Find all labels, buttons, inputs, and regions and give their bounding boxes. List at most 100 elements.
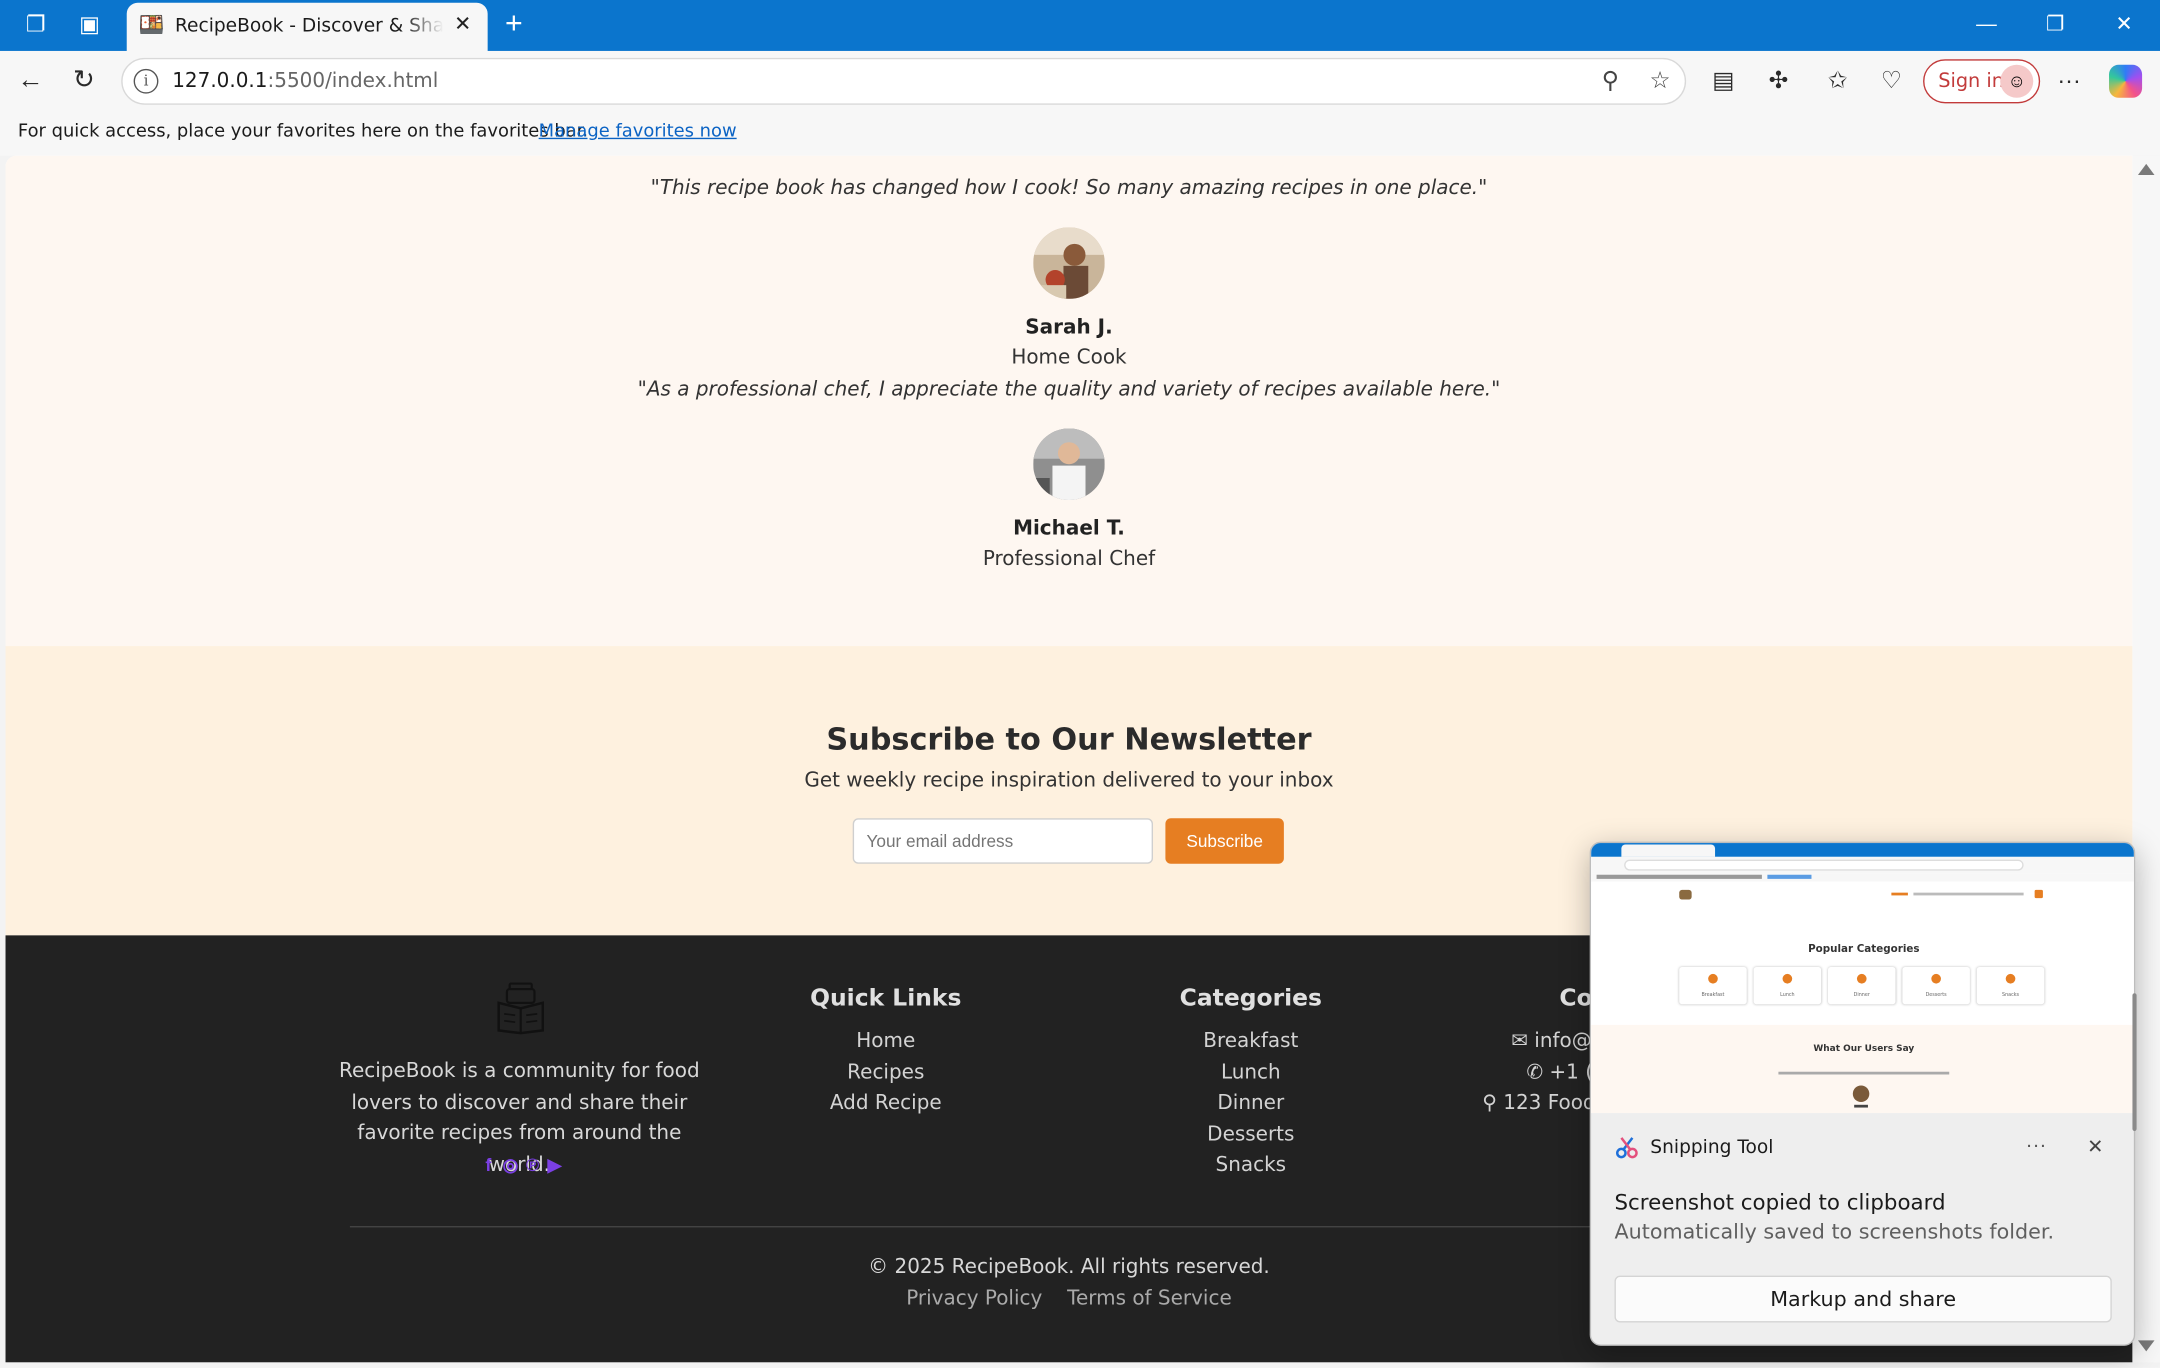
thumbnail-users-title: What Our Users Say bbox=[1813, 1042, 1915, 1054]
profile-extension-icon[interactable]: ▤ bbox=[1707, 65, 1740, 98]
thumbnail-category-card: Dinner bbox=[1828, 967, 1896, 1005]
thumbnail-nav-home bbox=[1891, 892, 1908, 896]
more-menu-icon[interactable]: ··· bbox=[2053, 65, 2086, 98]
footer-category-desserts[interactable]: Desserts bbox=[1113, 1119, 1389, 1150]
avatar-icon: ☺ bbox=[2000, 64, 2034, 98]
testimonial-role: Professional Chef bbox=[982, 548, 1156, 571]
thumbnail-category-label: Breakfast bbox=[1701, 991, 1725, 998]
tab-close-icon[interactable]: ✕ bbox=[449, 11, 477, 39]
pinterest-icon[interactable]: ℗ bbox=[522, 1154, 543, 1175]
thumbnail-nav-button bbox=[2034, 889, 2043, 899]
zoom-icon[interactable]: ⚲ bbox=[1595, 66, 1625, 96]
browser-toolbar: ← ↻ i 127.0.0.1:5500/index.html ⚲ ☆ ▤ ✣ … bbox=[0, 50, 2160, 112]
recipebook-favicon-icon: 🍱 bbox=[138, 13, 165, 38]
thumbnail-logo bbox=[1679, 889, 1692, 900]
workspaces-icon[interactable]: ❐ bbox=[21, 11, 51, 41]
category-dot-icon bbox=[1782, 973, 1793, 984]
testimonial-avatar bbox=[1033, 428, 1105, 501]
thumbnail-category-label: Desserts bbox=[1925, 991, 1947, 998]
map-pin-icon: ⚲ bbox=[1482, 1092, 1504, 1115]
thumbnail-avatar bbox=[1852, 1085, 1870, 1103]
close-window-icon[interactable]: ✕ bbox=[2108, 10, 2141, 40]
toast-heading: Screenshot copied to clipboard bbox=[1614, 1190, 1946, 1215]
footer-link-add-recipe[interactable]: Add Recipe bbox=[748, 1088, 1024, 1119]
thumbnail-nav-links bbox=[1913, 892, 2024, 896]
footer-category-dinner[interactable]: Dinner bbox=[1113, 1088, 1389, 1119]
toast-body: Automatically saved to screenshots folde… bbox=[1614, 1219, 2055, 1244]
thumbnail-category-label: Lunch bbox=[1780, 991, 1795, 998]
toast-scrollbar[interactable] bbox=[2130, 861, 2138, 1329]
footer-quick-links: Quick Links Home Recipes Add Recipe bbox=[748, 985, 1024, 1119]
favorites-icon[interactable]: ✩ bbox=[1821, 65, 1854, 98]
refresh-icon[interactable]: ↻ bbox=[67, 65, 100, 98]
thumbnail-category-card: Lunch bbox=[1753, 967, 1822, 1005]
category-dot-icon bbox=[1931, 973, 1941, 984]
phone-icon: ✆ bbox=[1526, 1061, 1550, 1084]
thumbnail-favorites-text bbox=[1596, 874, 1762, 879]
vertical-tabs-icon[interactable]: ▣ bbox=[74, 11, 104, 41]
youtube-icon[interactable]: ▶ bbox=[544, 1154, 565, 1175]
toast-more-options-icon[interactable]: ··· bbox=[2021, 1132, 2051, 1160]
privacy-policy-link[interactable]: Privacy Policy bbox=[906, 1288, 1042, 1310]
toast-app-name: Snipping Tool bbox=[1650, 1136, 1774, 1159]
thumbnail-favorites-link bbox=[1767, 874, 1812, 879]
url-path: :5500/index.html bbox=[267, 70, 439, 93]
sign-in-label: Sign in bbox=[1938, 70, 2004, 93]
new-tab-button[interactable]: + bbox=[499, 8, 529, 38]
toast-close-icon[interactable]: ✕ bbox=[2081, 1132, 2109, 1160]
thumbnail-category-card: Snacks bbox=[1976, 967, 2045, 1005]
footer-link-home[interactable]: Home bbox=[748, 1026, 1024, 1057]
thumbnail-category-card: Desserts bbox=[1902, 967, 1970, 1005]
thumbnail-category-label: Snacks bbox=[2002, 991, 2020, 998]
markup-and-share-button[interactable]: Markup and share bbox=[1614, 1275, 2112, 1323]
testimonial-quote: "This recipe book has changed how I cook… bbox=[650, 177, 1488, 200]
tab-recipebook[interactable]: 🍱 RecipeBook - Discover & Share Recipes … bbox=[126, 2, 488, 51]
copilot-icon[interactable] bbox=[2109, 64, 2143, 98]
url-text[interactable]: 127.0.0.1:5500/index.html bbox=[172, 70, 438, 92]
browser-essentials-icon[interactable]: ♡ bbox=[1875, 65, 1908, 98]
envelope-icon: ✉ bbox=[1511, 1030, 1535, 1053]
browser-titlebar: ❐ ▣ 🍱 RecipeBook - Discover & Share Reci… bbox=[0, 0, 2160, 51]
thumbnail-address-bar bbox=[1624, 859, 2024, 871]
newsletter-subtitle: Get weekly recipe inspiration delivered … bbox=[804, 770, 1334, 793]
restore-icon[interactable]: ❐ bbox=[2039, 10, 2072, 40]
favorite-star-icon[interactable]: ☆ bbox=[1645, 66, 1675, 96]
footer-column-title: Quick Links bbox=[810, 984, 962, 1013]
manage-favorites-link[interactable]: Manage favorites now bbox=[539, 121, 737, 142]
terms-of-service-link[interactable]: Terms of Service bbox=[1067, 1288, 1232, 1310]
recipebook-logo-icon bbox=[497, 982, 544, 1035]
footer-category-breakfast[interactable]: Breakfast bbox=[1113, 1026, 1389, 1057]
footer-divider bbox=[349, 1226, 1789, 1228]
category-dot-icon bbox=[2005, 973, 2016, 984]
footer-link-recipes[interactable]: Recipes bbox=[748, 1057, 1024, 1088]
extensions-icon[interactable]: ✣ bbox=[1762, 65, 1795, 98]
favorites-bar-text: For quick access, place your favorites h… bbox=[17, 121, 589, 142]
category-dot-icon bbox=[1708, 973, 1718, 984]
thumbnail-quote-line bbox=[1778, 1071, 1950, 1075]
testimonial-name: Sarah J. bbox=[1025, 316, 1113, 339]
thumbnail-category-label: Dinner bbox=[1853, 991, 1870, 998]
scroll-up-arrow-icon[interactable] bbox=[2137, 163, 2155, 175]
subscribe-button[interactable]: Subscribe bbox=[1165, 818, 1284, 864]
testimonial-role: Home Cook bbox=[1011, 347, 1127, 370]
newsletter-title: Subscribe to Our Newsletter bbox=[826, 723, 1312, 758]
thumbnail-categories-title: Popular Categories bbox=[1808, 942, 1920, 955]
toast-scrollbar-thumb[interactable] bbox=[2132, 993, 2137, 1131]
facebook-icon[interactable]: f bbox=[478, 1154, 499, 1175]
minimize-icon[interactable]: — bbox=[1970, 10, 2003, 40]
address-bar[interactable]: i 127.0.0.1:5500/index.html ⚲ ☆ bbox=[121, 57, 1687, 105]
footer-category-snacks[interactable]: Snacks bbox=[1113, 1150, 1389, 1181]
sign-in-button[interactable]: Sign in ☺ bbox=[1923, 59, 2041, 104]
testimonial-quote: "As a professional chef, I appreciate th… bbox=[637, 378, 1501, 401]
scroll-down-arrow-icon[interactable] bbox=[2137, 1340, 2155, 1352]
thumbnail-category-card: Breakfast bbox=[1679, 967, 1747, 1005]
newsletter-email-input[interactable] bbox=[852, 818, 1154, 864]
back-icon[interactable]: ← bbox=[14, 65, 47, 98]
testimonials-section: "This recipe book has changed how I cook… bbox=[5, 155, 2133, 647]
screenshot-thumbnail[interactable]: Popular Categories Breakfast Lunch Dinne… bbox=[1591, 843, 2134, 1114]
instagram-icon[interactable]: ◎ bbox=[500, 1154, 521, 1175]
thumbnail-tab bbox=[1621, 844, 1716, 857]
site-info-icon[interactable]: i bbox=[133, 68, 159, 94]
thumbnail-page: Popular Categories Breakfast Lunch Dinne… bbox=[1591, 881, 2134, 1114]
footer-category-lunch[interactable]: Lunch bbox=[1113, 1057, 1389, 1088]
